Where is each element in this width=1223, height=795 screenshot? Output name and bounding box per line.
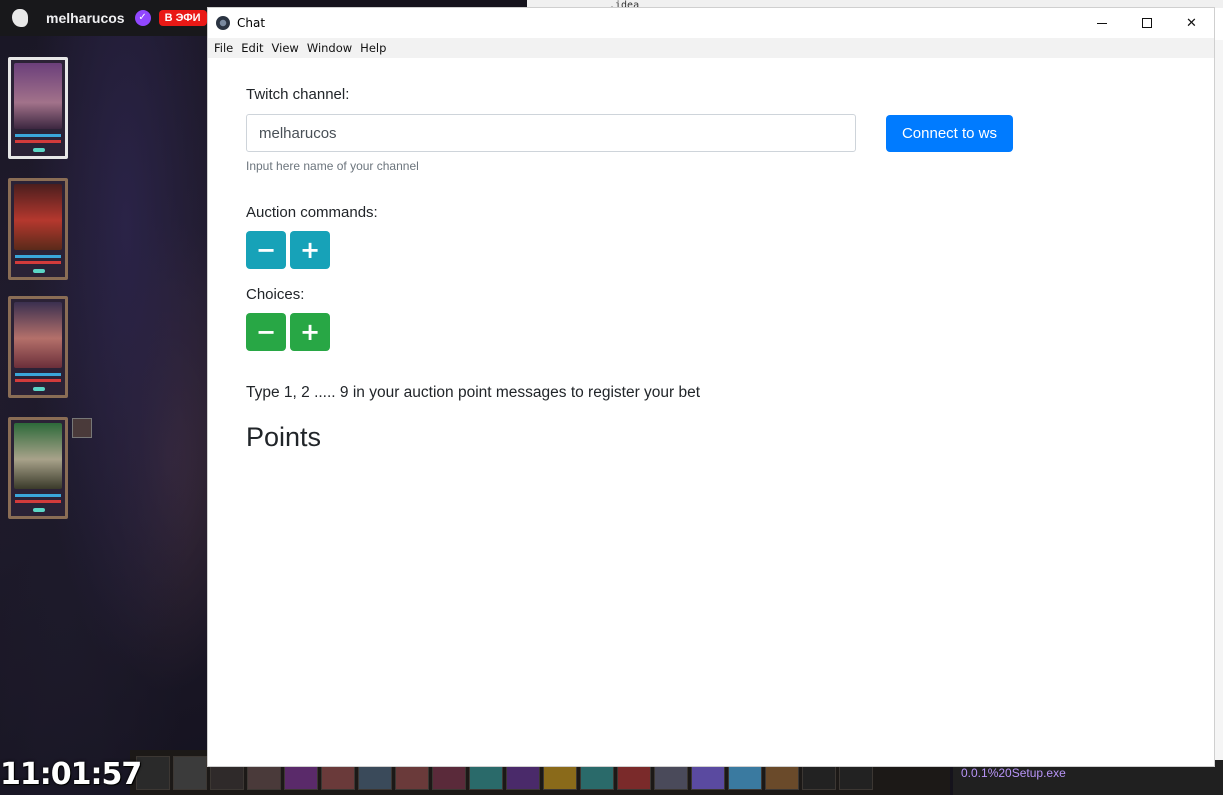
app-icon	[216, 16, 230, 30]
close-icon: ✕	[1186, 15, 1197, 30]
title-bar[interactable]: Chat ✕	[208, 8, 1214, 38]
choices-remove-button[interactable]: −	[246, 313, 286, 351]
ide-scroll-strip	[1214, 40, 1223, 760]
instruction-text: Type 1, 2 ..... 9 in your auction point …	[246, 384, 701, 401]
menu-bar: File Edit View Window Help	[208, 38, 1214, 58]
live-badge: В ЭФИ	[158, 10, 207, 26]
party-portrait-2[interactable]	[8, 178, 68, 280]
auction-commands-label: Auction commands:	[246, 204, 378, 221]
menu-view[interactable]: View	[271, 41, 305, 55]
auction-remove-button[interactable]: −	[246, 231, 286, 269]
party-portrait-1[interactable]	[8, 57, 68, 159]
mana-bar	[15, 373, 61, 376]
minimize-button[interactable]	[1079, 8, 1124, 38]
maximize-icon	[1141, 18, 1152, 28]
portrait-face	[14, 423, 62, 489]
choices-add-button[interactable]: +	[290, 313, 330, 351]
menu-file[interactable]: File	[213, 41, 239, 55]
choices-label: Choices:	[246, 286, 305, 303]
plus-icon: +	[299, 236, 321, 264]
mana-bar	[15, 255, 61, 258]
channel-input[interactable]	[246, 114, 856, 152]
choices-button-group: − +	[246, 313, 330, 351]
party-portrait-4[interactable]	[8, 417, 68, 519]
menu-help[interactable]: Help	[359, 41, 392, 55]
menu-window[interactable]: Window	[306, 41, 358, 55]
maximize-button[interactable]	[1124, 8, 1169, 38]
status-gem	[33, 269, 45, 273]
minus-icon: −	[255, 318, 277, 346]
menu-edit[interactable]: Edit	[240, 41, 269, 55]
summon-icon[interactable]	[72, 418, 92, 438]
window-controls: ✕	[1079, 8, 1214, 38]
plus-icon: +	[299, 318, 321, 346]
verified-badge-icon: ✓	[134, 10, 151, 26]
minus-icon: −	[255, 236, 277, 264]
auction-button-group: − +	[246, 231, 330, 269]
status-gem	[33, 148, 45, 152]
streamer-name: melharucos	[46, 10, 125, 26]
status-gem	[33, 387, 45, 391]
stream-header: melharucos ✓ В ЭФИ	[0, 0, 210, 36]
portrait-face	[14, 63, 62, 129]
stream-clock: 11:01:57	[0, 757, 142, 792]
health-bar	[15, 140, 61, 143]
channel-logo-icon	[12, 9, 28, 27]
channel-hint: Input here name of your channel	[246, 159, 419, 173]
connect-button[interactable]: Connect to ws	[886, 115, 1013, 152]
party-portrait-3[interactable]	[8, 296, 68, 398]
health-bar	[15, 261, 61, 264]
health-bar	[15, 379, 61, 382]
minimize-icon	[1096, 22, 1107, 24]
hotbar-slot[interactable]	[173, 755, 207, 790]
mana-bar	[15, 494, 61, 497]
status-gem	[33, 508, 45, 512]
close-button[interactable]: ✕	[1169, 8, 1214, 38]
chat-window: Chat ✕ File Edit View Window Help Twitch…	[207, 7, 1215, 767]
health-bar	[15, 500, 61, 503]
window-title: Chat	[237, 16, 266, 30]
mana-bar	[15, 134, 61, 137]
channel-label: Twitch channel:	[246, 86, 350, 103]
portrait-face	[14, 184, 62, 250]
portrait-face	[14, 302, 62, 368]
auction-add-button[interactable]: +	[290, 231, 330, 269]
points-heading: Points	[246, 422, 322, 452]
